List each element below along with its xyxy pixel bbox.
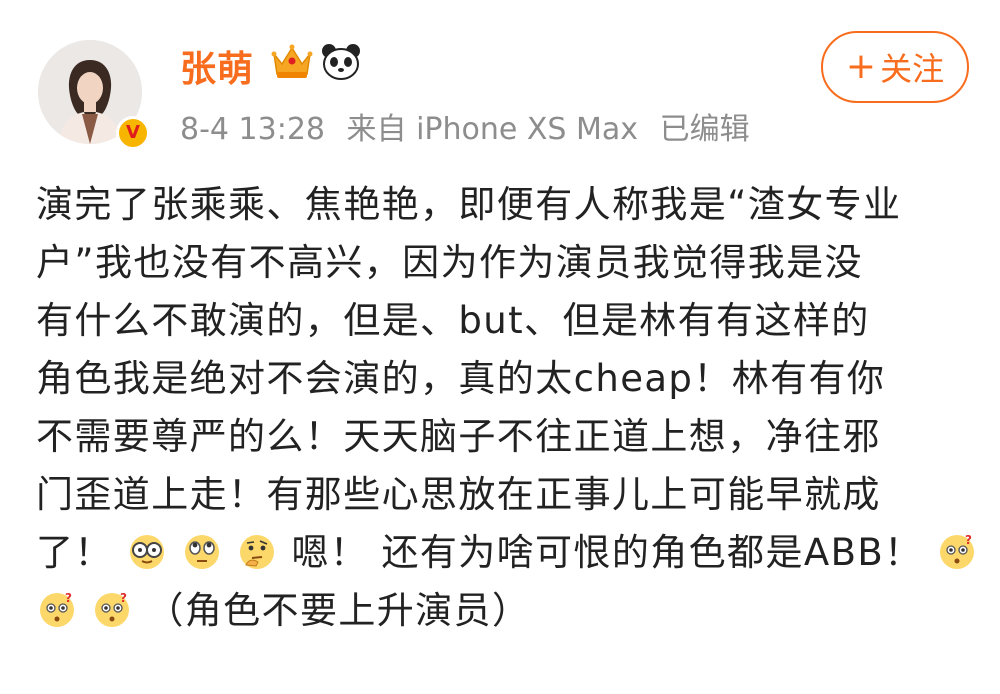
svg-text:?: ? [965, 533, 973, 547]
crown-icon [270, 42, 314, 82]
content-line-8: ? ? （角色不要上升演员） [36, 582, 976, 640]
panda-icon [320, 42, 362, 82]
post-time: 8-4 13:28 [180, 112, 325, 147]
follow-label: 关注 [880, 50, 945, 88]
verified-badge: V [116, 116, 150, 150]
avatar[interactable]: V [38, 40, 150, 150]
svg-text:?: ? [65, 591, 73, 605]
confused-face-icon: ? [939, 533, 974, 569]
rolling-eyes-icon [185, 534, 220, 569]
content-text: （角色不要上升演员） [146, 589, 531, 632]
plus-icon: + [845, 46, 877, 87]
post-content: 演完了张乘乘、焦艳艳，即便有人称我是“渣女专业 户”我也没有不高兴，因为作为演员… [36, 176, 976, 640]
thinking-face-icon [240, 534, 275, 569]
content-line: 门歪道上走！有那些心思放在正事儿上可能早就成 [36, 473, 881, 516]
svg-text:?: ? [120, 591, 128, 605]
content-line: 演完了张乘乘、焦艳艳，即便有人称我是“渣女专业 [36, 183, 902, 226]
content-line: 不需要尊严的么！天天脑子不往正道上想，净往邪 [36, 415, 881, 458]
confused-face-icon: ? [95, 591, 130, 627]
post-meta: 8-4 13:28 来自 iPhone XS Max 已编辑 [180, 104, 762, 148]
post-header: V 张萌 8-4 13:28 来自 iPhone XS Max 已编辑 + 关注 [0, 0, 1000, 160]
content-line-7: 了！ 嗯！ 还有为啥可恨的角色都是ABB！ ? [36, 524, 976, 582]
content-text: 了！ [36, 531, 113, 574]
confused-face-icon: ? [40, 591, 74, 627]
content-line: 有什么不敢演的，但是、but、但是林有有这样的 [36, 299, 870, 342]
glasses-face-icon [129, 534, 164, 569]
edited-label[interactable]: 已编辑 [660, 112, 750, 147]
content-text: 嗯！ 还有为啥可恨的角色都是ABB！ [291, 531, 923, 574]
post-source[interactable]: 来自 iPhone XS Max [347, 112, 639, 147]
username[interactable]: 张萌 [180, 40, 254, 92]
content-line: 户”我也没有不高兴，因为作为演员我觉得我是没 [36, 241, 863, 284]
content-line: 角色我是绝对不会演的，真的太cheap！林有有你 [36, 357, 886, 400]
follow-button[interactable]: + 关注 [821, 31, 969, 103]
